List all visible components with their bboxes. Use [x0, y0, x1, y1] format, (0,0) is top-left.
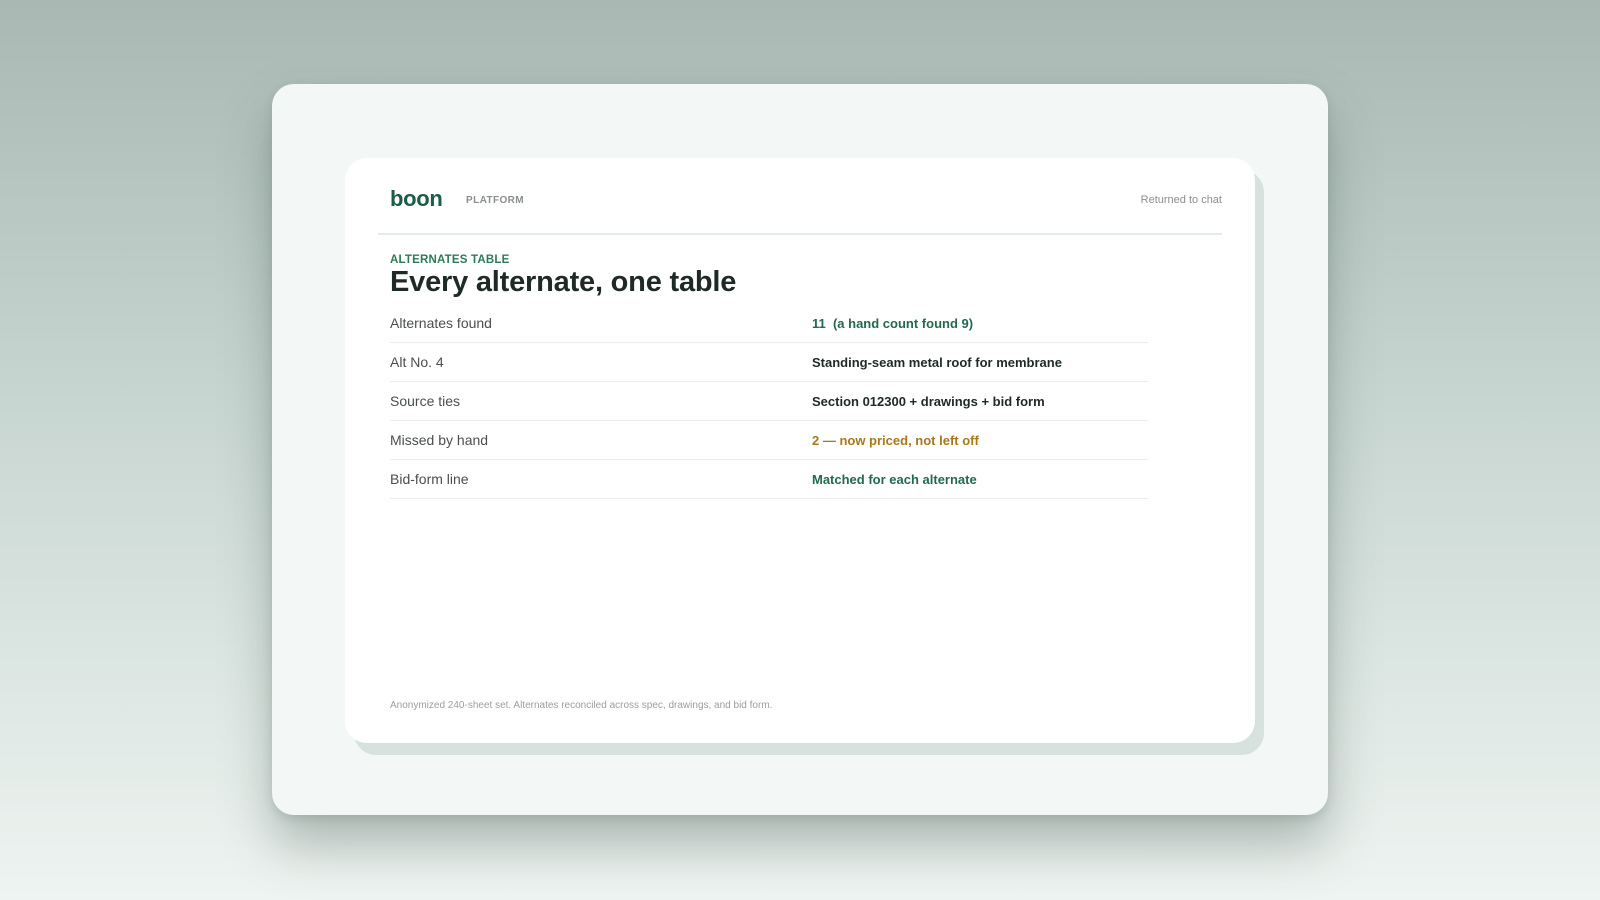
table-row: Source ties Section 012300 + drawings + … [390, 382, 1148, 421]
row-label: Alt No. 4 [390, 354, 444, 370]
platform-tag: PLATFORM [466, 195, 525, 206]
row-label: Bid-form line [390, 471, 469, 487]
table-row: Missed by hand 2 — now priced, not left … [390, 421, 1148, 460]
row-value: 11 (a hand count found 9) [812, 316, 974, 331]
status-text: Returned to chat [1140, 194, 1222, 206]
row-value: Matched for each alternate [812, 472, 977, 487]
alternates-table: Alternates found 11 (a hand count found … [390, 304, 1148, 499]
table-row: Bid-form line Matched for each alternate [390, 460, 1148, 499]
footnote: Anonymized 240-sheet set. Alternates rec… [390, 700, 773, 711]
row-label: Alternates found [390, 315, 492, 331]
table-row: Alt No. 4 Standing-seam metal roof for m… [390, 343, 1148, 382]
row-value: Section 012300 + drawings + bid form [812, 394, 1045, 409]
section-eyebrow: ALTERNATES TABLE [390, 254, 510, 266]
row-value: Standing-seam metal roof for membrane [812, 355, 1062, 370]
content-card: boon PLATFORM Returned to chat ALTERNATE… [345, 158, 1255, 743]
row-label: Source ties [390, 393, 461, 409]
row-label: Missed by hand [390, 432, 489, 448]
page-title: Every alternate, one table [390, 266, 737, 298]
table-row: Alternates found 11 (a hand count found … [390, 304, 1148, 343]
header-bar: boon PLATFORM Returned to chat [378, 158, 1222, 235]
brand-logo[interactable]: boon [390, 186, 443, 212]
row-value: 2 — now priced, not left off [812, 433, 979, 448]
